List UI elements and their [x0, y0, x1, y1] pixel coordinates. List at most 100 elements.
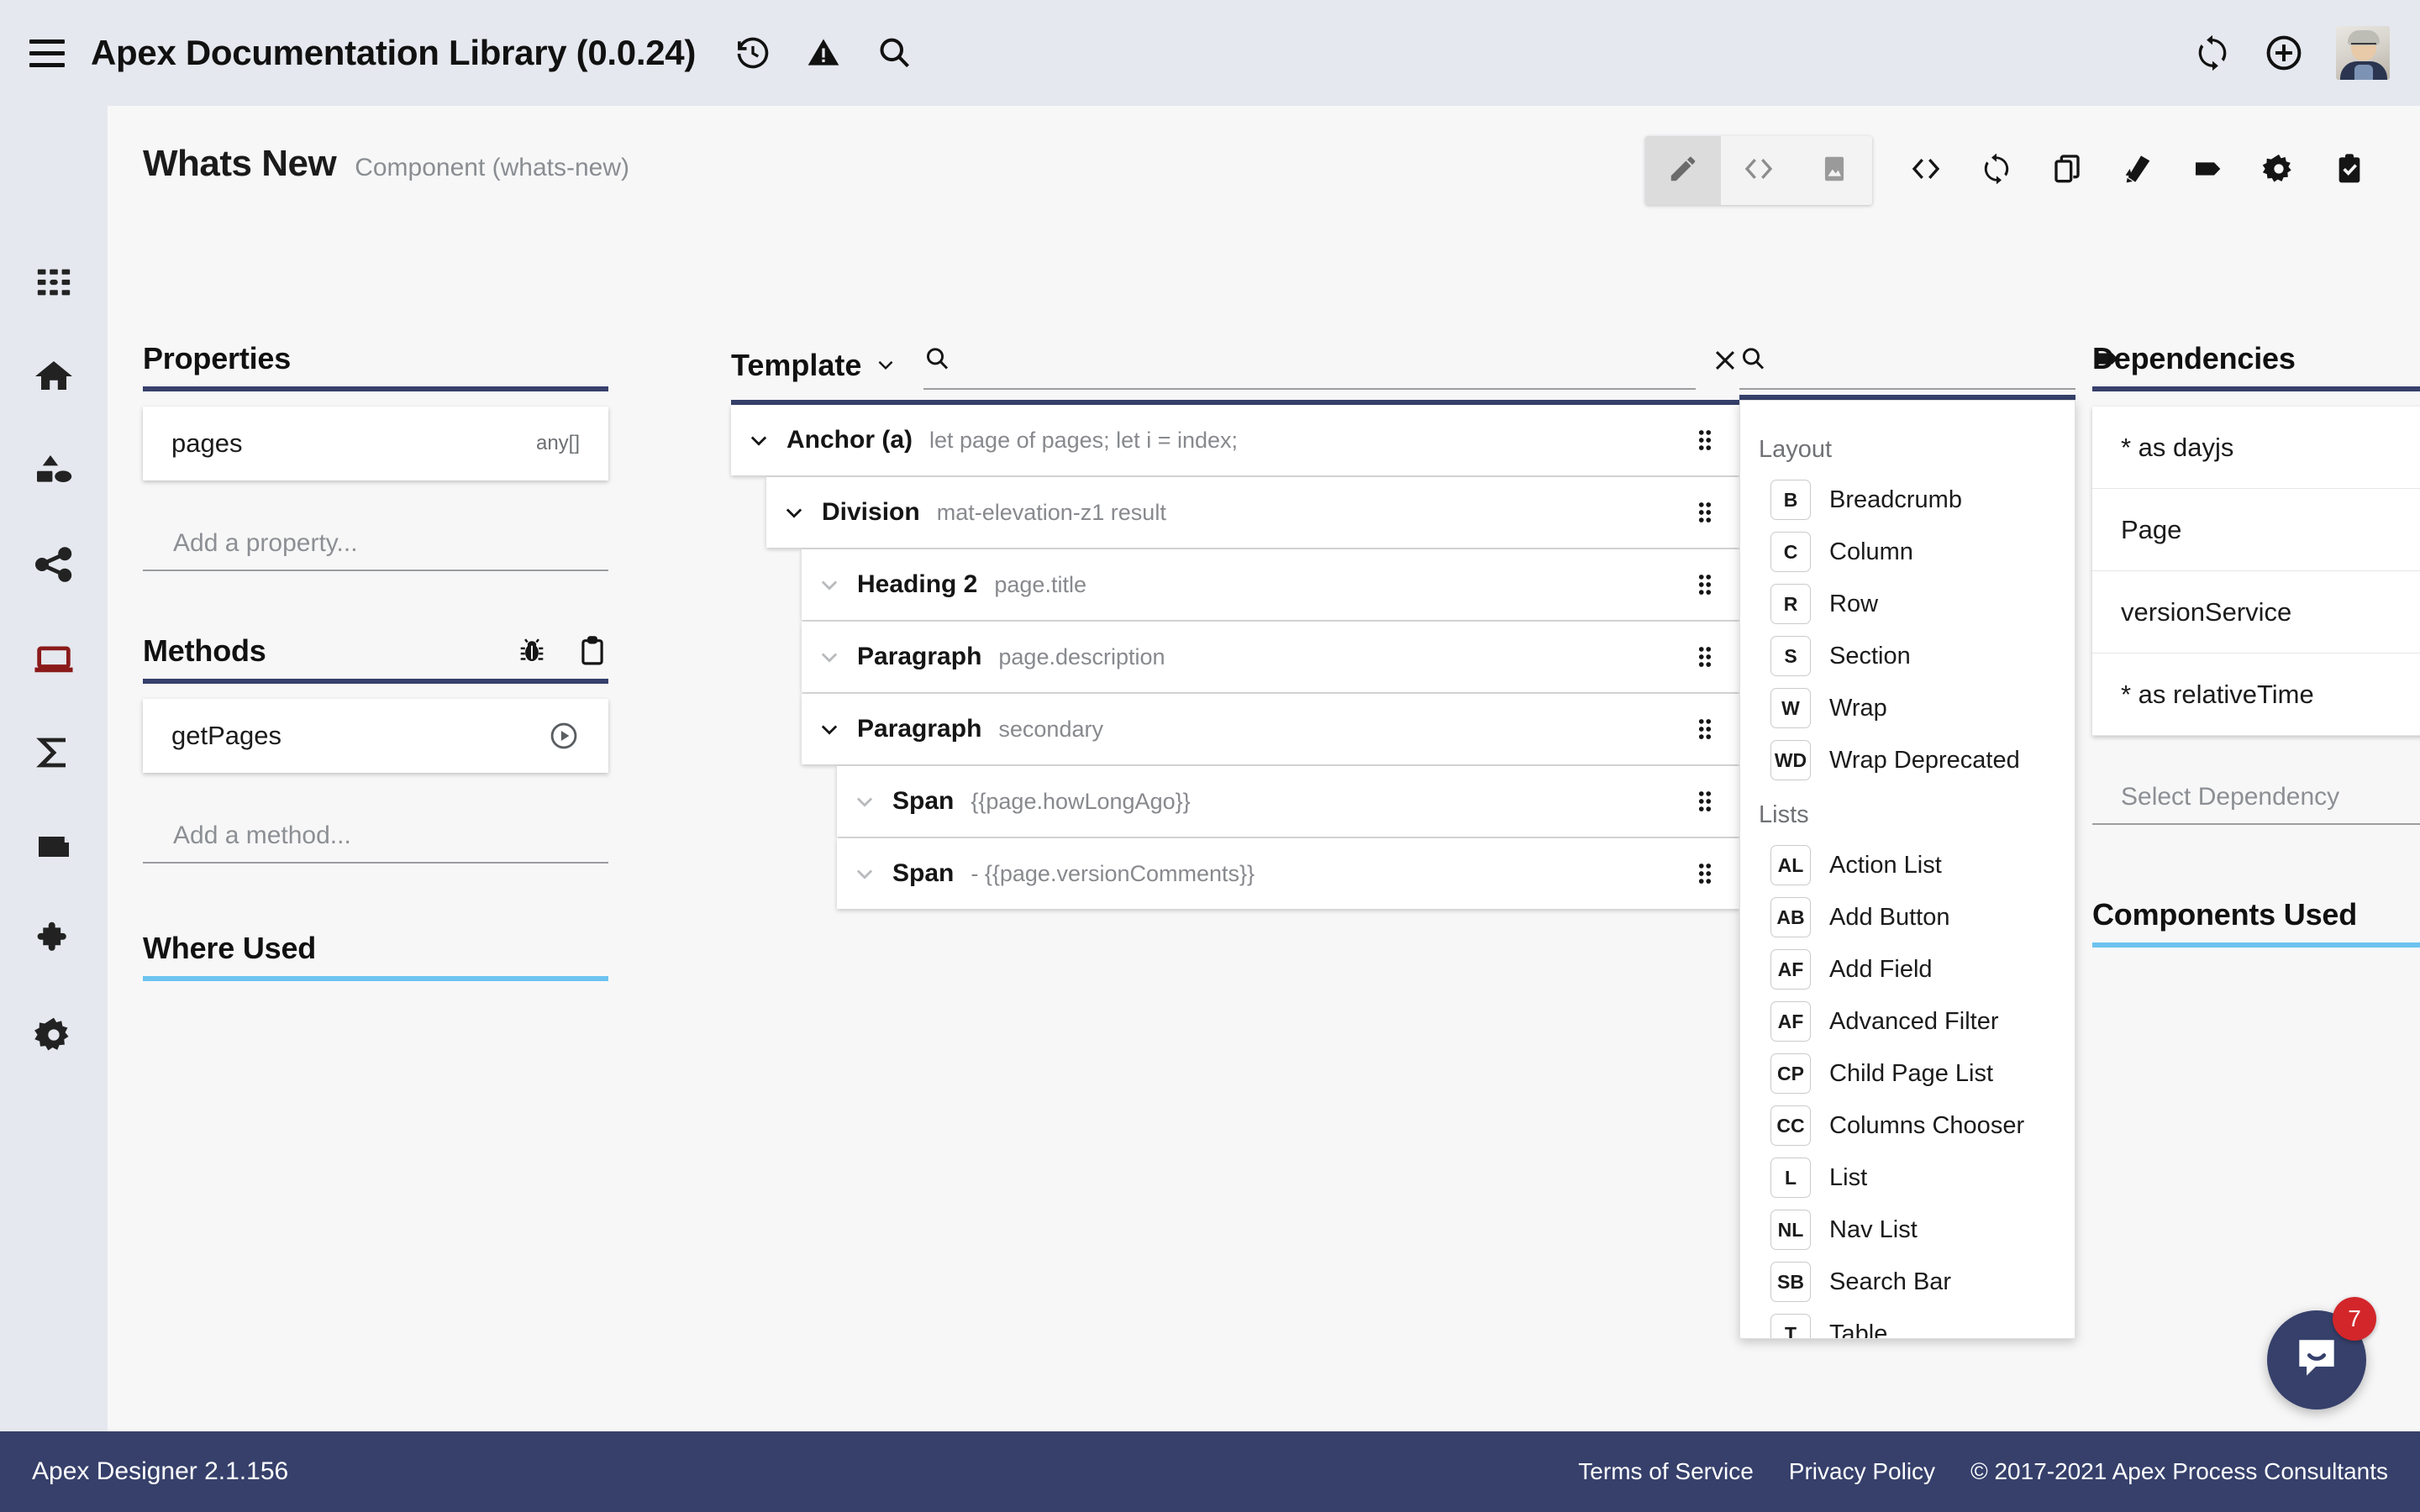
dependency-item[interactable]: versionService — [2092, 571, 2420, 654]
picker-option-badge: AB — [1770, 897, 1811, 937]
property-row[interactable]: pages any[] — [143, 407, 608, 480]
copy-button[interactable] — [2032, 136, 2102, 205]
add-property-input[interactable]: Add a property... — [143, 511, 608, 571]
picker-search-input[interactable] — [1778, 347, 2081, 374]
methods-header: Methods — [143, 633, 608, 669]
picker-option[interactable]: L List — [1740, 1152, 2075, 1204]
picker-search-bar[interactable] — [1739, 341, 2118, 390]
editor-actions — [1891, 136, 2385, 205]
run-icon[interactable] — [548, 720, 580, 752]
drag-handle-icon[interactable] — [1691, 643, 1724, 671]
template-node[interactable]: Paragraph secondary — [802, 694, 1739, 764]
bug-icon[interactable] — [516, 635, 548, 667]
node-argument: - {{page.versionComments}} — [971, 860, 1255, 886]
picker-option-badge: B — [1770, 480, 1811, 520]
drag-handle-icon[interactable] — [1691, 426, 1724, 454]
template-node[interactable]: Span {{page.howLongAgo}} — [837, 766, 1739, 837]
picker-option-label: Advanced Filter — [1829, 1007, 1999, 1035]
editor-toolbar — [1645, 136, 2385, 205]
picker-option[interactable]: W Wrap — [1740, 682, 2075, 734]
template-node[interactable]: Paragraph page.description — [802, 622, 1739, 692]
picker-option-label: Wrap Deprecated — [1829, 746, 2020, 774]
warning-icon[interactable] — [805, 34, 842, 71]
privacy-policy-link[interactable]: Privacy Policy — [1789, 1458, 1935, 1485]
clipboard-icon[interactable] — [576, 635, 608, 667]
palette-icon — [2121, 152, 2154, 190]
tasks-button[interactable] — [2314, 136, 2385, 205]
settings-button[interactable] — [2244, 136, 2314, 205]
picker-option[interactable]: S Section — [1740, 630, 2075, 682]
template-search[interactable] — [923, 341, 1696, 390]
source-code-button[interactable] — [1891, 136, 1961, 205]
template-search-input[interactable] — [965, 346, 1696, 375]
picker-option[interactable]: CP Child Page List — [1740, 1047, 2075, 1100]
dependency-item[interactable]: Page — [2092, 489, 2420, 571]
close-icon[interactable] — [1711, 346, 1739, 386]
rail-item-apps[interactable] — [0, 237, 108, 331]
picker-option[interactable]: C Column — [1740, 526, 2075, 578]
method-row[interactable]: getPages — [143, 699, 608, 773]
sync-icon[interactable] — [2193, 34, 2232, 72]
drag-handle-icon[interactable] — [1691, 715, 1724, 743]
dependency-item[interactable]: * as dayjs — [2092, 407, 2420, 489]
add-method-input[interactable]: Add a method... — [143, 803, 608, 864]
palette-button[interactable] — [2102, 136, 2173, 205]
image-icon — [1818, 153, 1850, 189]
template-node[interactable]: Span - {{page.versionComments}} — [837, 838, 1739, 909]
code-view-button[interactable] — [1721, 136, 1797, 205]
add-circle-icon[interactable] — [2264, 33, 2304, 73]
picker-option[interactable]: NL Nav List — [1740, 1204, 2075, 1256]
picker-option[interactable]: T Table — [1740, 1308, 2075, 1338]
tag-button[interactable] — [2173, 136, 2244, 205]
picker-option[interactable]: R Row — [1740, 578, 2075, 630]
user-avatar[interactable] — [2336, 26, 2390, 80]
template-node[interactable]: Anchor (a) let page of pages; let i = ind… — [731, 405, 1739, 475]
terms-of-service-link[interactable]: Terms of Service — [1578, 1458, 1754, 1485]
drag-handle-icon[interactable] — [1691, 787, 1724, 816]
node-name: Span — [892, 859, 955, 887]
rail-item-documents[interactable] — [0, 801, 108, 895]
picker-option[interactable]: B Breadcrumb — [1740, 474, 2075, 526]
select-dependency-field[interactable]: Select Dependency — [2092, 764, 2420, 825]
rail-item-plugins[interactable] — [0, 895, 108, 990]
node-toggle-chevron-icon[interactable] — [802, 645, 857, 669]
picker-option[interactable]: AB Add Button — [1740, 891, 2075, 943]
picker-option[interactable]: CC Columns Chooser — [1740, 1100, 2075, 1152]
rail-item-home[interactable] — [0, 331, 108, 425]
picker-option-label: Column — [1829, 538, 1913, 565]
refresh-button[interactable] — [1961, 136, 2032, 205]
rail-item-settings[interactable] — [0, 990, 108, 1084]
node-toggle-chevron-icon[interactable] — [837, 862, 892, 885]
code-brackets-icon — [1742, 152, 1776, 190]
template-node[interactable]: Division mat-elevation-z1 result — [766, 477, 1739, 548]
search-icon[interactable] — [876, 34, 913, 71]
drag-handle-icon[interactable] — [1691, 859, 1724, 888]
picker-option[interactable]: SB Search Bar — [1740, 1256, 2075, 1308]
template-heading[interactable]: Template — [731, 348, 897, 383]
rail-item-share[interactable] — [0, 519, 108, 613]
edit-pencil-button[interactable] — [1645, 136, 1721, 205]
rail-item-components[interactable] — [0, 613, 108, 707]
rail-item-objects[interactable] — [0, 425, 108, 519]
node-toggle-chevron-icon[interactable] — [802, 573, 857, 596]
gear-icon — [33, 1014, 75, 1060]
drag-handle-icon[interactable] — [1691, 498, 1724, 527]
node-toggle-chevron-icon[interactable] — [837, 790, 892, 813]
node-name: Paragraph — [857, 643, 982, 670]
image-view-button[interactable] — [1797, 136, 1872, 205]
history-icon[interactable] — [734, 34, 771, 71]
rail-item-functions[interactable] — [0, 707, 108, 801]
document-icon — [34, 827, 74, 871]
hamburger-menu-icon[interactable] — [24, 29, 71, 76]
picker-option[interactable]: WD Wrap Deprecated — [1740, 734, 2075, 786]
picker-option[interactable]: AL Action List — [1740, 839, 2075, 891]
picker-option[interactable]: AF Add Field — [1740, 943, 2075, 995]
picker-option[interactable]: AF Advanced Filter — [1740, 995, 2075, 1047]
drag-handle-icon[interactable] — [1691, 570, 1724, 599]
node-toggle-chevron-icon[interactable] — [766, 501, 822, 524]
search-icon — [923, 345, 950, 376]
dependency-item[interactable]: * as relativeTime — [2092, 654, 2420, 736]
node-toggle-chevron-icon[interactable] — [802, 717, 857, 741]
template-node[interactable]: Heading 2 page.title — [802, 549, 1739, 620]
node-toggle-chevron-icon[interactable] — [731, 428, 786, 452]
